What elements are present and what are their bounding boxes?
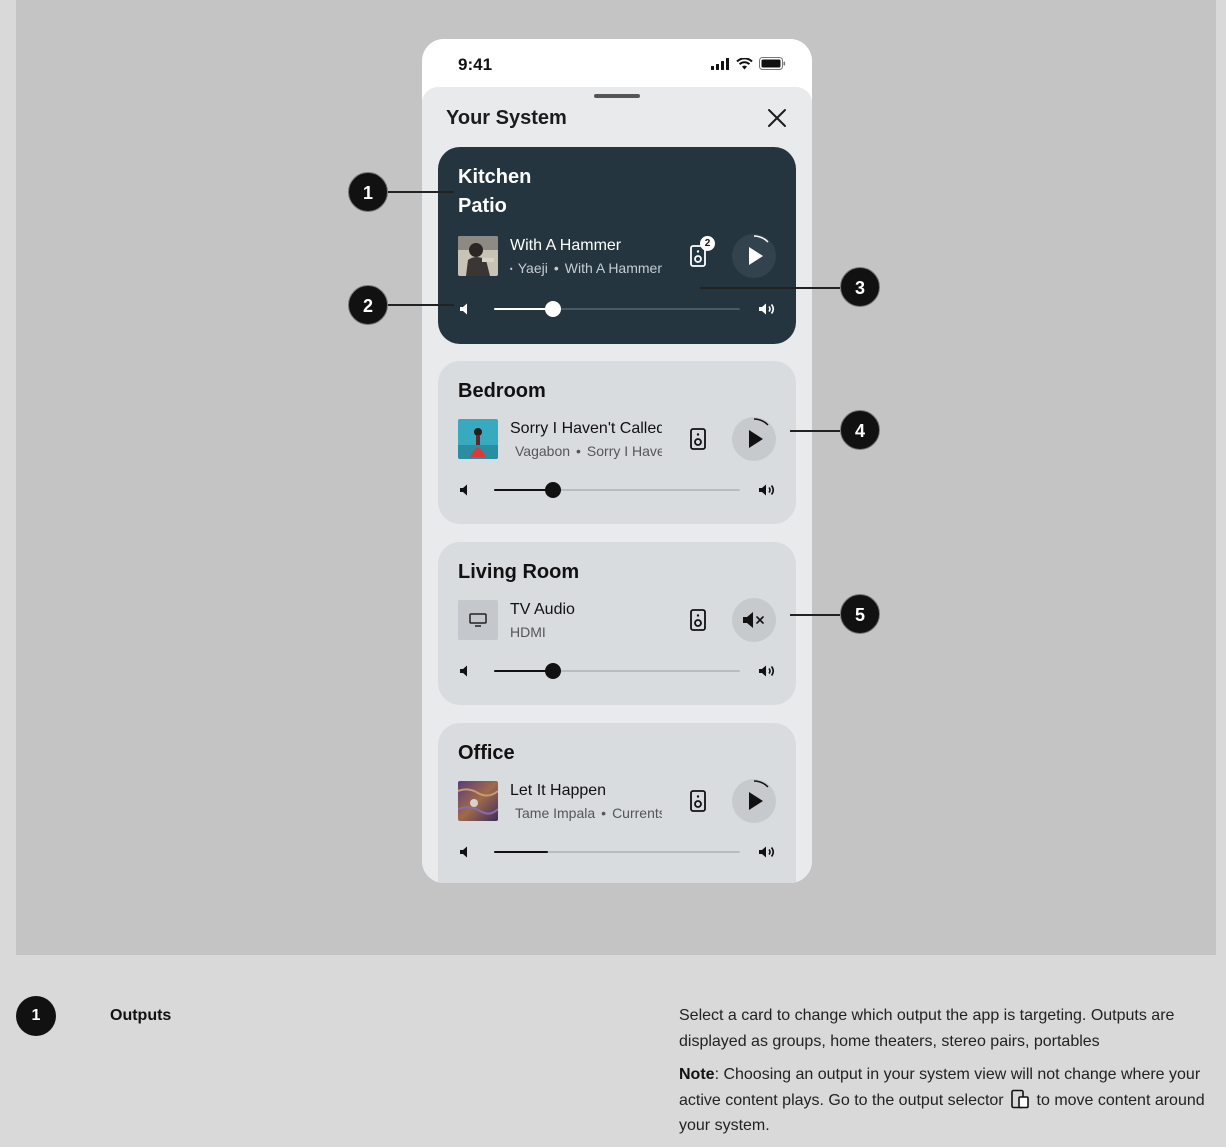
speaker-icon[interactable]: [688, 789, 708, 813]
callout-leader: [790, 430, 840, 432]
legend-title: Outputs: [110, 1007, 172, 1024]
separator: •: [601, 805, 607, 821]
status-icons: [711, 57, 786, 70]
callout-3: 3: [840, 267, 880, 307]
note-label: Note: [679, 1066, 715, 1083]
album-name: Sorry I Haven't Called: [586, 443, 662, 459]
output-group-name: Bedroom: [458, 377, 546, 406]
system-sheet: Your System Kitchen Patio With A Hammer …: [422, 87, 812, 883]
volume-high-icon: [759, 303, 775, 315]
separator: •: [576, 443, 581, 459]
track-title: With A Hammer: [510, 237, 622, 254]
track-meta: Tame Impala • Currents: [510, 805, 662, 821]
artist-name: Vagabon: [515, 443, 571, 459]
group-line: Living Room: [458, 561, 580, 583]
volume-track[interactable]: [494, 663, 740, 679]
volume-track[interactable]: [494, 482, 740, 498]
tv-source-art: [458, 600, 498, 640]
group-line: Patio: [458, 195, 507, 217]
album-art: [458, 236, 498, 276]
track-title: Let It Happen: [510, 782, 607, 799]
track-title: Sorry I Haven't Called: [510, 420, 662, 437]
mute-icon: [743, 612, 764, 628]
group-line: Office: [458, 742, 515, 764]
sheet-title: Your System: [446, 107, 567, 129]
play-button[interactable]: [732, 779, 776, 823]
track-meta: HDMI: [510, 624, 662, 640]
artist-name: Tame Impala: [515, 805, 596, 821]
speaker-count-badge: 2: [700, 236, 715, 251]
speaker-icon[interactable]: [688, 427, 708, 451]
volume-slider[interactable]: [458, 299, 776, 319]
volume-track[interactable]: [494, 851, 740, 853]
play-icon: [749, 235, 769, 265]
album-art: [458, 781, 498, 821]
play-button[interactable]: [732, 234, 776, 278]
artist-name: Yaeji: [517, 260, 548, 276]
play-button[interactable]: [732, 417, 776, 461]
album-name: Currents: [612, 805, 662, 821]
wifi-icon: [736, 57, 753, 69]
callout-4: 4: [840, 410, 880, 450]
callout-leader: [700, 287, 840, 289]
group-line: Bedroom: [458, 380, 546, 402]
volume-high-icon: [759, 484, 775, 496]
legend-note: Note: Choosing an output in your system …: [679, 1062, 1209, 1139]
volume-knob[interactable]: [545, 482, 562, 498]
play-icon: [749, 780, 769, 810]
volume-knob[interactable]: [545, 301, 562, 317]
volume-high-icon: [759, 846, 775, 858]
battery-icon: [759, 57, 786, 70]
output-card-kitchen-patio[interactable]: Kitchen Patio With A Hammer Yaeji • With…: [438, 147, 796, 344]
volume-low-icon: [460, 484, 467, 496]
callout-5: 5: [840, 594, 880, 634]
volume-slider[interactable]: [458, 661, 776, 681]
phone-frame: 9:41 Your System Kitchen Patio With A Ha…: [422, 39, 812, 883]
album-art: [458, 419, 498, 459]
callout-2: 2: [348, 285, 388, 325]
callout-leader: [388, 304, 454, 306]
output-card-office[interactable]: Office Let It Happen Tame Impala • Curre…: [438, 723, 796, 883]
output-group-name: Living Room: [458, 558, 579, 587]
output-selector-icon: [1011, 1089, 1029, 1108]
group-line: Kitchen: [458, 166, 532, 188]
output-group-name: Office: [458, 739, 515, 768]
track-meta: Yaeji • With A Hammer: [510, 260, 662, 276]
callout-1: 1: [348, 172, 388, 212]
track-title: TV Audio: [510, 601, 575, 618]
source-name: HDMI: [510, 624, 546, 640]
volume-fill: [494, 851, 549, 853]
volume-low-icon: [460, 303, 467, 315]
album-name: With A Hammer: [564, 260, 662, 276]
callout-leader: [790, 614, 840, 616]
output-group-name: Kitchen Patio: [458, 163, 531, 221]
apple-music-icon: [510, 266, 513, 270]
close-button[interactable]: [766, 107, 788, 129]
legend-description: Select a card to change which output the…: [679, 1007, 1175, 1050]
volume-knob[interactable]: [545, 663, 562, 679]
play-icon: [749, 418, 769, 448]
status-time: 9:41: [458, 55, 493, 74]
volume-slider[interactable]: [458, 842, 776, 862]
volume-high-icon: [759, 665, 775, 677]
volume-slider[interactable]: [458, 480, 776, 500]
sheet-grabber[interactable]: [594, 94, 640, 98]
separator: •: [553, 260, 559, 276]
output-card-living-room[interactable]: Living Room TV Audio HDMI: [438, 542, 796, 705]
volume-low-icon: [460, 665, 467, 677]
unmute-button[interactable]: [732, 598, 776, 642]
track-meta: Vagabon • Sorry I Haven't Called: [510, 443, 662, 459]
cellular-signal-icon: [711, 57, 729, 70]
volume-track[interactable]: [494, 301, 740, 317]
status-bar: 9:41: [422, 39, 812, 87]
volume-low-icon: [460, 846, 467, 858]
speaker-icon[interactable]: [688, 608, 708, 632]
legend-number: 1: [16, 996, 56, 1036]
tv-icon: [469, 613, 487, 627]
output-card-bedroom[interactable]: Bedroom Sorry I Haven't Called Vagabon •…: [438, 361, 796, 524]
callout-leader: [388, 191, 454, 193]
